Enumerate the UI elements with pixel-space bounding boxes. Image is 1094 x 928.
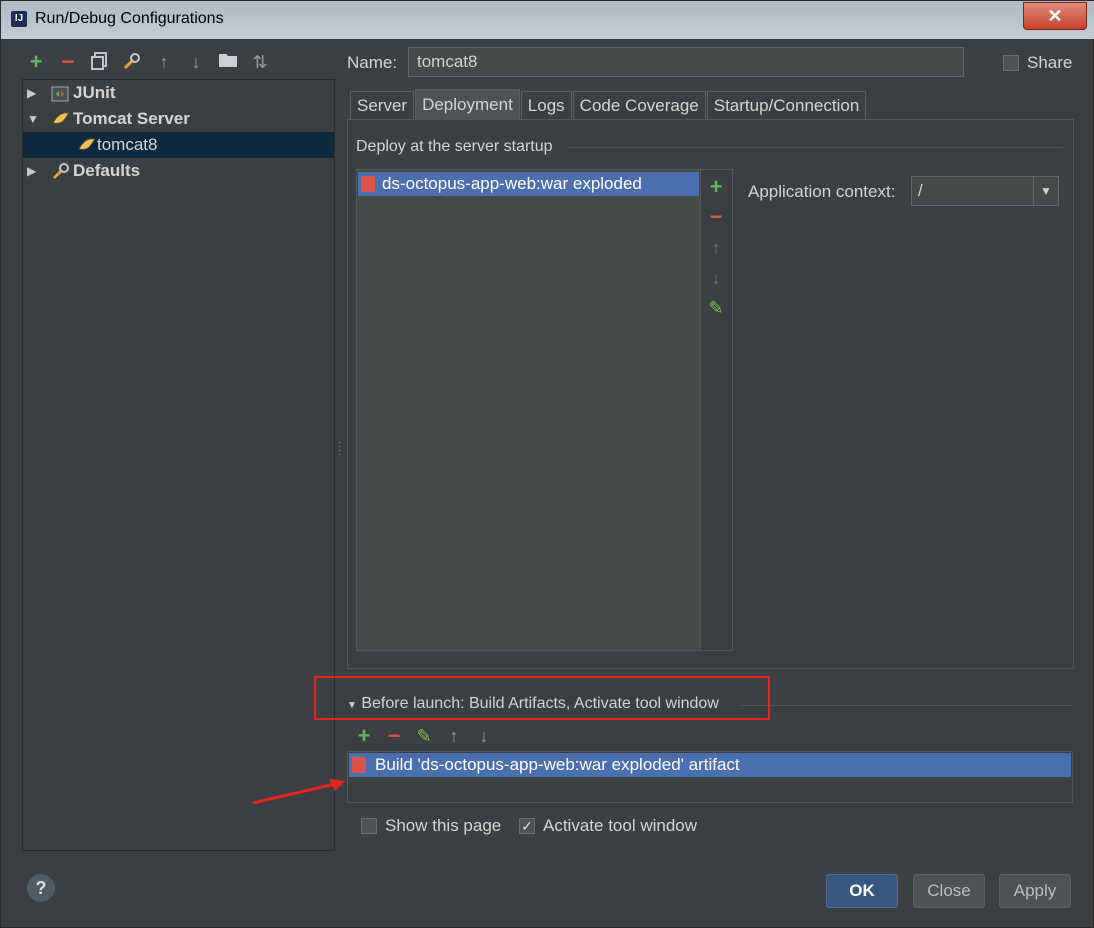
tree-item-tomcat8[interactable]: tomcat8 (23, 132, 334, 158)
remove-icon[interactable]: − (57, 51, 79, 73)
close-button[interactable]: Close (913, 874, 985, 908)
show-this-page-checkbox[interactable]: Show this page (361, 816, 501, 836)
remove-icon[interactable]: − (701, 204, 731, 230)
name-input[interactable]: tomcat8 (408, 47, 964, 77)
before-launch-task-label: Build 'ds-octopus-app-web:war exploded' … (375, 755, 740, 774)
run-debug-dialog: IJ Run/Debug Configurations ✕ + − ↑ ↓ ⇅ … (0, 0, 1094, 928)
tree-item-label: Tomcat Server (73, 109, 190, 128)
move-up-icon[interactable]: ↑ (701, 238, 731, 259)
list-item[interactable]: ds-octopus-app-web:war exploded (358, 172, 699, 196)
window-title: Run/Debug Configurations (35, 10, 224, 27)
folder-icon[interactable] (217, 51, 239, 73)
expand-arrow-icon[interactable]: ▶ (27, 80, 36, 106)
share-label: Share (1027, 53, 1073, 72)
deploy-list-toolbar: + − ↑ ↓ ✎ (701, 169, 733, 651)
config-tabs: Server Deployment Logs Code Coverage Sta… (350, 89, 867, 119)
remove-icon[interactable]: − (383, 725, 405, 747)
config-tree: ▶ JUnit ▼ Tomcat Server tomcat8 ▶ Defaul… (22, 79, 335, 851)
name-label: Name: (347, 53, 398, 72)
collapse-arrow-icon[interactable]: ▼ (27, 106, 39, 132)
config-toolbar: + − ↑ ↓ ⇅ (25, 49, 271, 75)
annotation-highlight-box (314, 676, 770, 720)
wrench-icon[interactable] (121, 51, 143, 73)
activate-tool-label: Activate tool window (543, 816, 698, 835)
deploy-section-title: Deploy at the server startup (356, 138, 553, 155)
splitter-handle[interactable]: · · · · (338, 438, 341, 460)
move-down-icon[interactable]: ↓ (701, 268, 731, 289)
tree-item-junit[interactable]: ▶ JUnit (23, 80, 334, 106)
list-item[interactable]: Build 'ds-octopus-app-web:war exploded' … (349, 753, 1071, 777)
annotation-arrow-icon (252, 779, 345, 805)
section-divider (741, 705, 1071, 706)
before-launch-toolbar: + − ✎ ↑ ↓ (353, 725, 495, 747)
edit-icon[interactable]: ✎ (413, 725, 435, 747)
expand-arrow-icon[interactable]: ▶ (27, 158, 36, 184)
apply-button[interactable]: Apply (999, 874, 1071, 908)
context-value: / (918, 181, 923, 200)
show-page-checkbox-box[interactable] (361, 818, 377, 834)
tree-item-tomcat-server[interactable]: ▼ Tomcat Server (23, 106, 334, 132)
tree-item-label: tomcat8 (97, 135, 158, 154)
tab-code-coverage[interactable]: Code Coverage (572, 91, 706, 119)
before-launch-list[interactable]: Build 'ds-octopus-app-web:war exploded' … (347, 751, 1073, 803)
copy-icon[interactable] (89, 51, 111, 73)
artifact-label: ds-octopus-app-web:war exploded (382, 174, 642, 193)
artifact-icon (361, 176, 375, 192)
deployment-panel: Deploy at the server startup ds-octopus-… (347, 119, 1074, 669)
tree-item-defaults[interactable]: ▶ Defaults (23, 158, 334, 184)
move-up-icon[interactable]: ↑ (443, 725, 465, 747)
context-label: Application context: (748, 182, 896, 201)
checkmark-icon[interactable]: ✓ (519, 818, 535, 834)
add-icon[interactable]: + (353, 725, 375, 747)
tab-logs[interactable]: Logs (520, 91, 572, 119)
tab-startup-connection[interactable]: Startup/Connection (706, 91, 867, 119)
title-bar: IJ Run/Debug Configurations ✕ (1, 1, 1094, 39)
dropdown-arrow-icon[interactable]: ▼ (1033, 177, 1058, 205)
edit-icon[interactable]: ✎ (701, 298, 731, 319)
ok-button[interactable]: OK (826, 874, 898, 908)
wrench-icon (51, 162, 71, 188)
add-icon[interactable]: + (25, 51, 47, 73)
add-icon[interactable]: + (701, 174, 731, 200)
context-select[interactable]: / ▼ (911, 176, 1059, 206)
section-divider (568, 147, 1063, 148)
sort-icon[interactable]: ⇅ (249, 51, 271, 73)
move-down-icon[interactable]: ↓ (473, 725, 495, 747)
deploy-artifact-list[interactable]: ds-octopus-app-web:war exploded (356, 169, 701, 651)
show-page-label: Show this page (385, 816, 502, 835)
activate-tool-window-checkbox[interactable]: ✓ Activate tool window (519, 816, 697, 836)
tree-item-label: Defaults (73, 161, 141, 180)
share-checkbox-box[interactable] (1003, 55, 1019, 71)
tree-item-label: JUnit (73, 83, 116, 102)
help-button[interactable]: ? (27, 874, 55, 902)
tab-server[interactable]: Server (350, 91, 415, 119)
move-up-icon[interactable]: ↑ (153, 51, 175, 73)
move-down-icon[interactable]: ↓ (185, 51, 207, 73)
share-checkbox[interactable]: Share (1003, 53, 1072, 73)
close-window-button[interactable]: ✕ (1023, 2, 1087, 30)
intellij-icon: IJ (11, 11, 27, 27)
artifact-icon (352, 757, 366, 773)
tab-deployment[interactable]: Deployment (415, 89, 520, 119)
